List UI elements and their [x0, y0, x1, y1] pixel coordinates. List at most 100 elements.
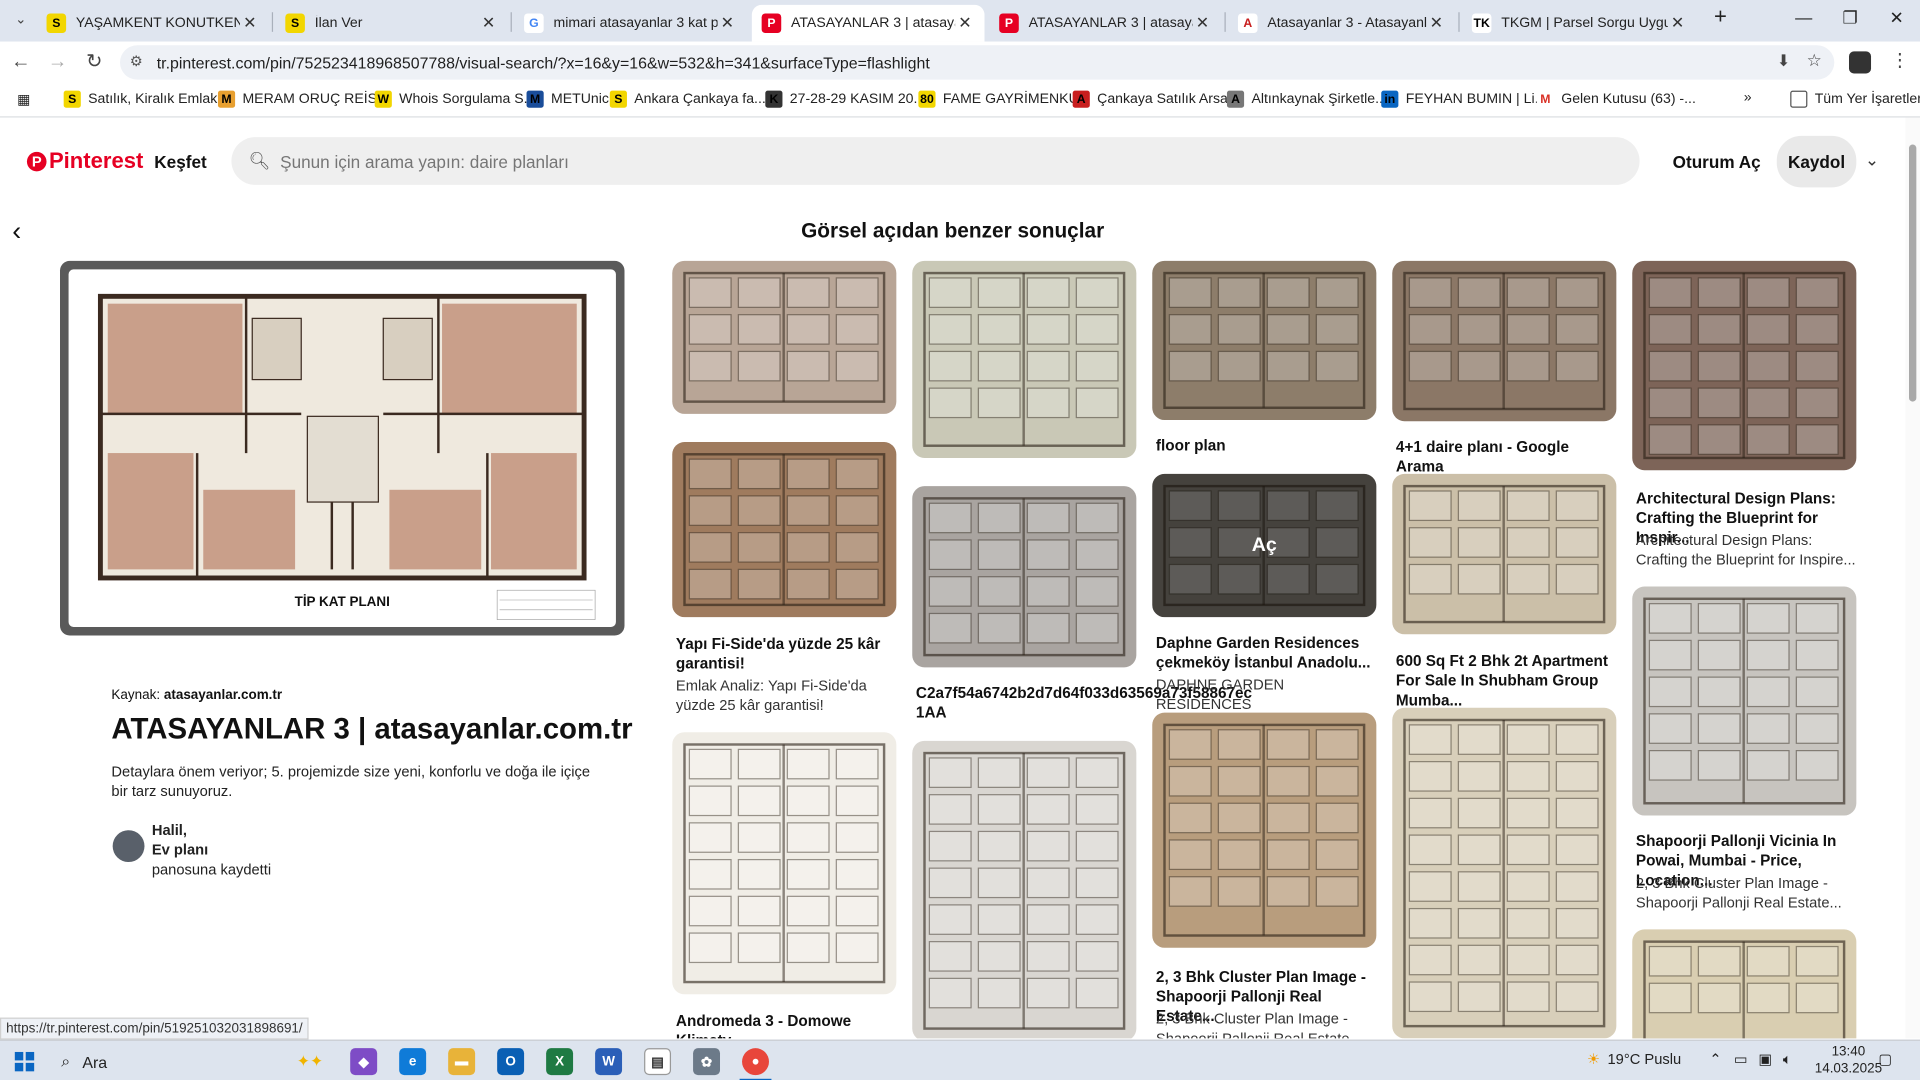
pin-card[interactable]	[1392, 707, 1617, 1039]
tab-2[interactable]: S İlan Ver ✕	[276, 5, 509, 42]
more-menu-icon[interactable]: ⋮	[1891, 49, 1909, 71]
pin-title[interactable]: 600 Sq Ft 2 Bhk 2t Apartment For Sale In…	[1396, 651, 1616, 710]
close-tab-icon[interactable]: ✕	[1668, 13, 1688, 33]
pin-title[interactable]: Yapı Fi-Side'da yüzde 25 kâr garantisi!	[676, 634, 896, 673]
apps-grid-icon[interactable]: ▦	[17, 91, 30, 108]
address-bar[interactable]: ⚙ tr.pinterest.com/pin/75252341896850778…	[120, 45, 1835, 80]
pin-card[interactable]	[672, 442, 897, 618]
pin-card[interactable]	[912, 740, 1137, 1039]
tab-1[interactable]: S YAŞAMKENT KONUTKENT ARA✕	[37, 5, 270, 42]
pin-card[interactable]	[672, 260, 897, 414]
tab-5[interactable]: P ATASAYANLAR 3 | atasayanlar.c✕	[989, 5, 1222, 42]
pin-card[interactable]	[1392, 260, 1617, 422]
outlook-icon[interactable]: O	[497, 1048, 525, 1076]
open-overlay-button[interactable]: Aç	[1152, 473, 1377, 618]
pin-title[interactable]: 4+1 daire planı - Google Arama	[1396, 437, 1616, 476]
avatar[interactable]	[112, 830, 145, 863]
word-icon[interactable]: W	[595, 1048, 623, 1076]
back-arrow-icon[interactable]: ←	[7, 50, 34, 77]
bookmark-item[interactable]: K 27-28-29 KASIM 20...	[765, 90, 925, 108]
new-tab-button[interactable]: +	[1702, 4, 1739, 30]
tab-4[interactable]: P ATASAYANLAR 3 | atasayanlar.c✕	[751, 4, 985, 42]
pin-title[interactable]: Daphne Garden Residences çekmeköy İstanb…	[1156, 633, 1376, 672]
close-tab-icon[interactable]: ✕	[1193, 13, 1213, 33]
volume-icon[interactable]: 🔈︎	[1783, 1051, 1792, 1069]
close-tab-icon[interactable]: ✕	[718, 13, 738, 33]
network-icon[interactable]: ▭	[1734, 1051, 1748, 1068]
bookmark-item[interactable]: 80 FAME GAYRİMENKU...	[918, 90, 1090, 108]
site-info-icon[interactable]: ⚙	[130, 53, 143, 70]
close-tab-icon[interactable]: ✕	[479, 13, 499, 33]
bookmark-item[interactable]: M Gelen Kutusu (63) -...	[1536, 90, 1696, 108]
more-bookmarks-chevron-icon[interactable]: »	[1744, 91, 1752, 106]
explore-link[interactable]: Keşfet	[154, 152, 206, 172]
floor-plan-thumbnail	[683, 743, 886, 984]
pin-card[interactable]	[1392, 473, 1617, 635]
windows-start-icon[interactable]	[14, 1051, 35, 1072]
edge-icon[interactable]: e	[399, 1048, 427, 1076]
pin-card[interactable]	[1152, 712, 1377, 948]
copilot-icon[interactable]: ◆	[350, 1048, 378, 1076]
install-icon[interactable]: ⬇	[1777, 51, 1790, 71]
tab-6[interactable]: A Atasayanlar 3 - Atasayanlar ✕	[1228, 5, 1456, 42]
taskbar-search[interactable]: ⌕ Ara ✦✦	[51, 1043, 335, 1080]
tray-chevron-icon[interactable]: ⌃	[1709, 1051, 1721, 1068]
notification-icon[interactable]: ▢	[1878, 1051, 1892, 1068]
all-bookmarks-folder[interactable]: Tüm Yer İşaretleri	[1790, 90, 1920, 108]
reload-icon[interactable]: ↻	[81, 50, 108, 77]
pin-title[interactable]: floor plan	[1156, 436, 1376, 456]
notepad-icon[interactable]: ▤	[644, 1048, 672, 1076]
restore-button[interactable]: ❐	[1832, 7, 1869, 28]
minimize-button[interactable]: —	[1785, 7, 1822, 27]
settings-app-icon[interactable]: ✿	[693, 1048, 721, 1076]
tab-3[interactable]: Gmimari atasayanlar 3 kat planı✕	[514, 5, 747, 42]
board-name[interactable]: Ev planı	[152, 840, 271, 860]
close-window-button[interactable]: ✕	[1878, 7, 1915, 28]
bookmark-favicon-icon: in	[1381, 90, 1399, 108]
bookmark-item[interactable]: W Whois Sorgulama S...	[374, 90, 535, 108]
bookmark-favicon-icon: 80	[918, 90, 936, 108]
bookmark-item[interactable]: A Çankaya Satılık Arsa...	[1072, 90, 1240, 108]
user-name[interactable]: Halil,	[152, 820, 271, 840]
clock[interactable]: 13:40 14.03.2025	[1815, 1043, 1882, 1077]
pin-card[interactable]	[1632, 586, 1857, 816]
page-scrollbar[interactable]	[1905, 117, 1920, 1039]
bookmark-star-icon[interactable]: ☆	[1807, 50, 1822, 71]
source-link[interactable]: atasayanlar.com.tr	[164, 688, 282, 703]
pin-card[interactable]	[1632, 929, 1857, 1039]
chevron-down-icon[interactable]: ⌄	[1865, 149, 1879, 170]
weather-widget[interactable]: ☀ 19°C Puslu	[1587, 1051, 1681, 1068]
tab-7[interactable]: TK TKGM | Parsel Sorgu Uygulama✕	[1462, 5, 1697, 42]
close-tab-icon[interactable]: ✕	[955, 13, 975, 33]
pin-card[interactable]	[1152, 260, 1377, 421]
main-pin-image[interactable]: TİP KAT PLANI	[60, 260, 625, 636]
pin-card[interactable]	[912, 486, 1137, 668]
close-tab-icon[interactable]: ✕	[1427, 13, 1447, 33]
excel-icon[interactable]: X	[546, 1048, 574, 1076]
search-input[interactable]: 🔍︎ Şunun için arama yapın: daire planları	[231, 137, 1640, 185]
pinterest-logo[interactable]: P Pinterest	[26, 148, 143, 174]
tab-search-chevron-icon[interactable]: ⌄	[7, 7, 34, 34]
pin-title[interactable]: Andromeda 3 - Domowe Klimaty	[676, 1011, 896, 1039]
pin-card[interactable]	[1632, 260, 1857, 471]
file-explorer-icon[interactable]: ▬	[448, 1048, 476, 1076]
bookmark-item[interactable]: S Satılık, Kiralık Emlak...	[63, 90, 229, 108]
bookmark-item[interactable]: A Altınkaynak Şirketle...	[1226, 90, 1387, 108]
bookmark-item[interactable]: S Ankara Çankaya fa...	[609, 90, 766, 108]
bookmark-item[interactable]: M MERAM ORUÇ REİS...	[217, 90, 389, 108]
pin-title[interactable]: C2a7f54a6742b2d7d64f033d63569a73f58867ec…	[916, 683, 1252, 722]
bookmark-item[interactable]: M METUnic	[526, 90, 609, 108]
bookmark-item[interactable]: in FEYHAN BUMIN | Li...	[1381, 90, 1546, 108]
pin-card[interactable]	[912, 260, 1137, 458]
close-tab-icon[interactable]: ✕	[240, 13, 260, 33]
forward-arrow-icon[interactable]: →	[44, 50, 71, 77]
login-button[interactable]: Oturum Aç	[1673, 152, 1761, 172]
signup-button[interactable]: Kaydol	[1776, 135, 1857, 188]
pin-card[interactable]	[672, 732, 897, 995]
pin-card[interactable]: Aç	[1152, 473, 1377, 618]
display-icon[interactable]: ▣	[1758, 1051, 1772, 1068]
chrome-icon[interactable]: ●	[742, 1048, 769, 1076]
scrollbar-thumb[interactable]	[1908, 144, 1917, 402]
profile-avatar[interactable]	[1848, 51, 1872, 74]
back-chevron-icon[interactable]: ‹	[12, 216, 21, 248]
